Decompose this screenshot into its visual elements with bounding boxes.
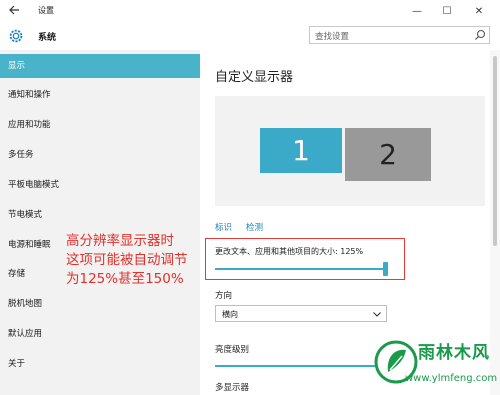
search-input[interactable]: 查找设置	[309, 26, 490, 44]
sidebar: 显示 通知和操作 应用和功能 多任务 平板电脑模式 节电模式 电源和睡眠 存储 …	[0, 50, 200, 395]
sidebar-item-label: 电源和睡眠	[8, 240, 51, 250]
sidebar-item-label: 多任务	[8, 150, 34, 160]
orientation-select[interactable]: 横向	[215, 305, 387, 322]
annotation-line: 这项可能被自动调节	[66, 252, 188, 268]
annotation-line: 高分辨率显示器时	[66, 233, 174, 249]
scale-slider-track[interactable]	[215, 268, 385, 270]
sidebar-item-label: 平板电脑模式	[8, 180, 60, 190]
annotation-text: 高分辨率显示器时 这项可能被自动调节 为125%甚至150%	[66, 232, 216, 289]
sidebar-item-default-apps[interactable]: 默认应用	[0, 322, 200, 346]
multi-display-label: 多显示器	[215, 383, 250, 393]
monitor-arrangement: 1 2	[215, 96, 485, 206]
sidebar-item-notifications[interactable]: 通知和操作	[0, 83, 200, 107]
window-title: 设置	[38, 6, 54, 15]
chevron-down-icon	[373, 312, 381, 317]
sidebar-item-multitasking[interactable]: 多任务	[0, 143, 200, 167]
identify-link[interactable]: 标识	[215, 221, 232, 233]
back-arrow-icon[interactable]	[8, 3, 22, 17]
minimize-button[interactable]: —	[402, 0, 432, 22]
orientation-label: 方向	[215, 291, 233, 301]
close-button[interactable]: ✕	[464, 0, 494, 22]
title-bar: 设置 — ☐ ✕	[0, 0, 500, 22]
search-icon[interactable]	[474, 29, 486, 41]
search-placeholder: 查找设置	[315, 32, 350, 42]
watermark-url: www.ylmfeng.com	[405, 373, 498, 384]
sidebar-item-label: 节电模式	[8, 210, 43, 220]
scale-label: 更改文本、应用和其他项目的大小: 125%	[215, 247, 364, 256]
maximize-button[interactable]: ☐	[432, 0, 462, 22]
orientation-value: 横向	[222, 310, 238, 319]
annotation-line: 为125%甚至150%	[66, 271, 184, 287]
sidebar-item-label: 存储	[8, 269, 26, 279]
sidebar-item-apps[interactable]: 应用和功能	[0, 113, 200, 137]
sidebar-item-offline-maps[interactable]: 脱机地图	[0, 292, 200, 316]
sidebar-item-battery-saver[interactable]: 节电模式	[0, 203, 200, 227]
brightness-label: 亮度级别	[215, 345, 250, 355]
monitor-number: 1	[292, 134, 310, 167]
section-title: 自定义显示器	[215, 70, 294, 85]
sidebar-item-label: 关于	[8, 359, 26, 369]
monitor-2[interactable]: 2	[345, 128, 431, 181]
detect-link[interactable]: 检测	[246, 221, 263, 233]
sidebar-item-label: 默认应用	[8, 329, 43, 339]
sidebar-item-tablet-mode[interactable]: 平板电脑模式	[0, 173, 200, 197]
watermark-name: 雨林木风	[418, 343, 490, 363]
gear-icon	[9, 29, 23, 43]
page-title: 系统	[38, 33, 57, 43]
sidebar-item-about[interactable]: 关于	[0, 352, 200, 376]
sidebar-item-label: 应用和功能	[8, 120, 51, 130]
scale-highlight-box	[205, 238, 405, 280]
sidebar-item-display[interactable]: 显示	[0, 54, 200, 78]
sidebar-item-label: 显示	[8, 61, 26, 71]
monitor-1[interactable]: 1	[260, 128, 342, 173]
sidebar-item-label: 脱机地图	[8, 299, 43, 309]
scrollbar-thumb[interactable]	[493, 56, 497, 246]
sidebar-item-label: 通知和操作	[8, 90, 51, 100]
brightness-slider-track[interactable]	[215, 365, 385, 367]
scale-slider-thumb[interactable]	[383, 262, 388, 276]
monitor-number: 2	[379, 138, 397, 171]
